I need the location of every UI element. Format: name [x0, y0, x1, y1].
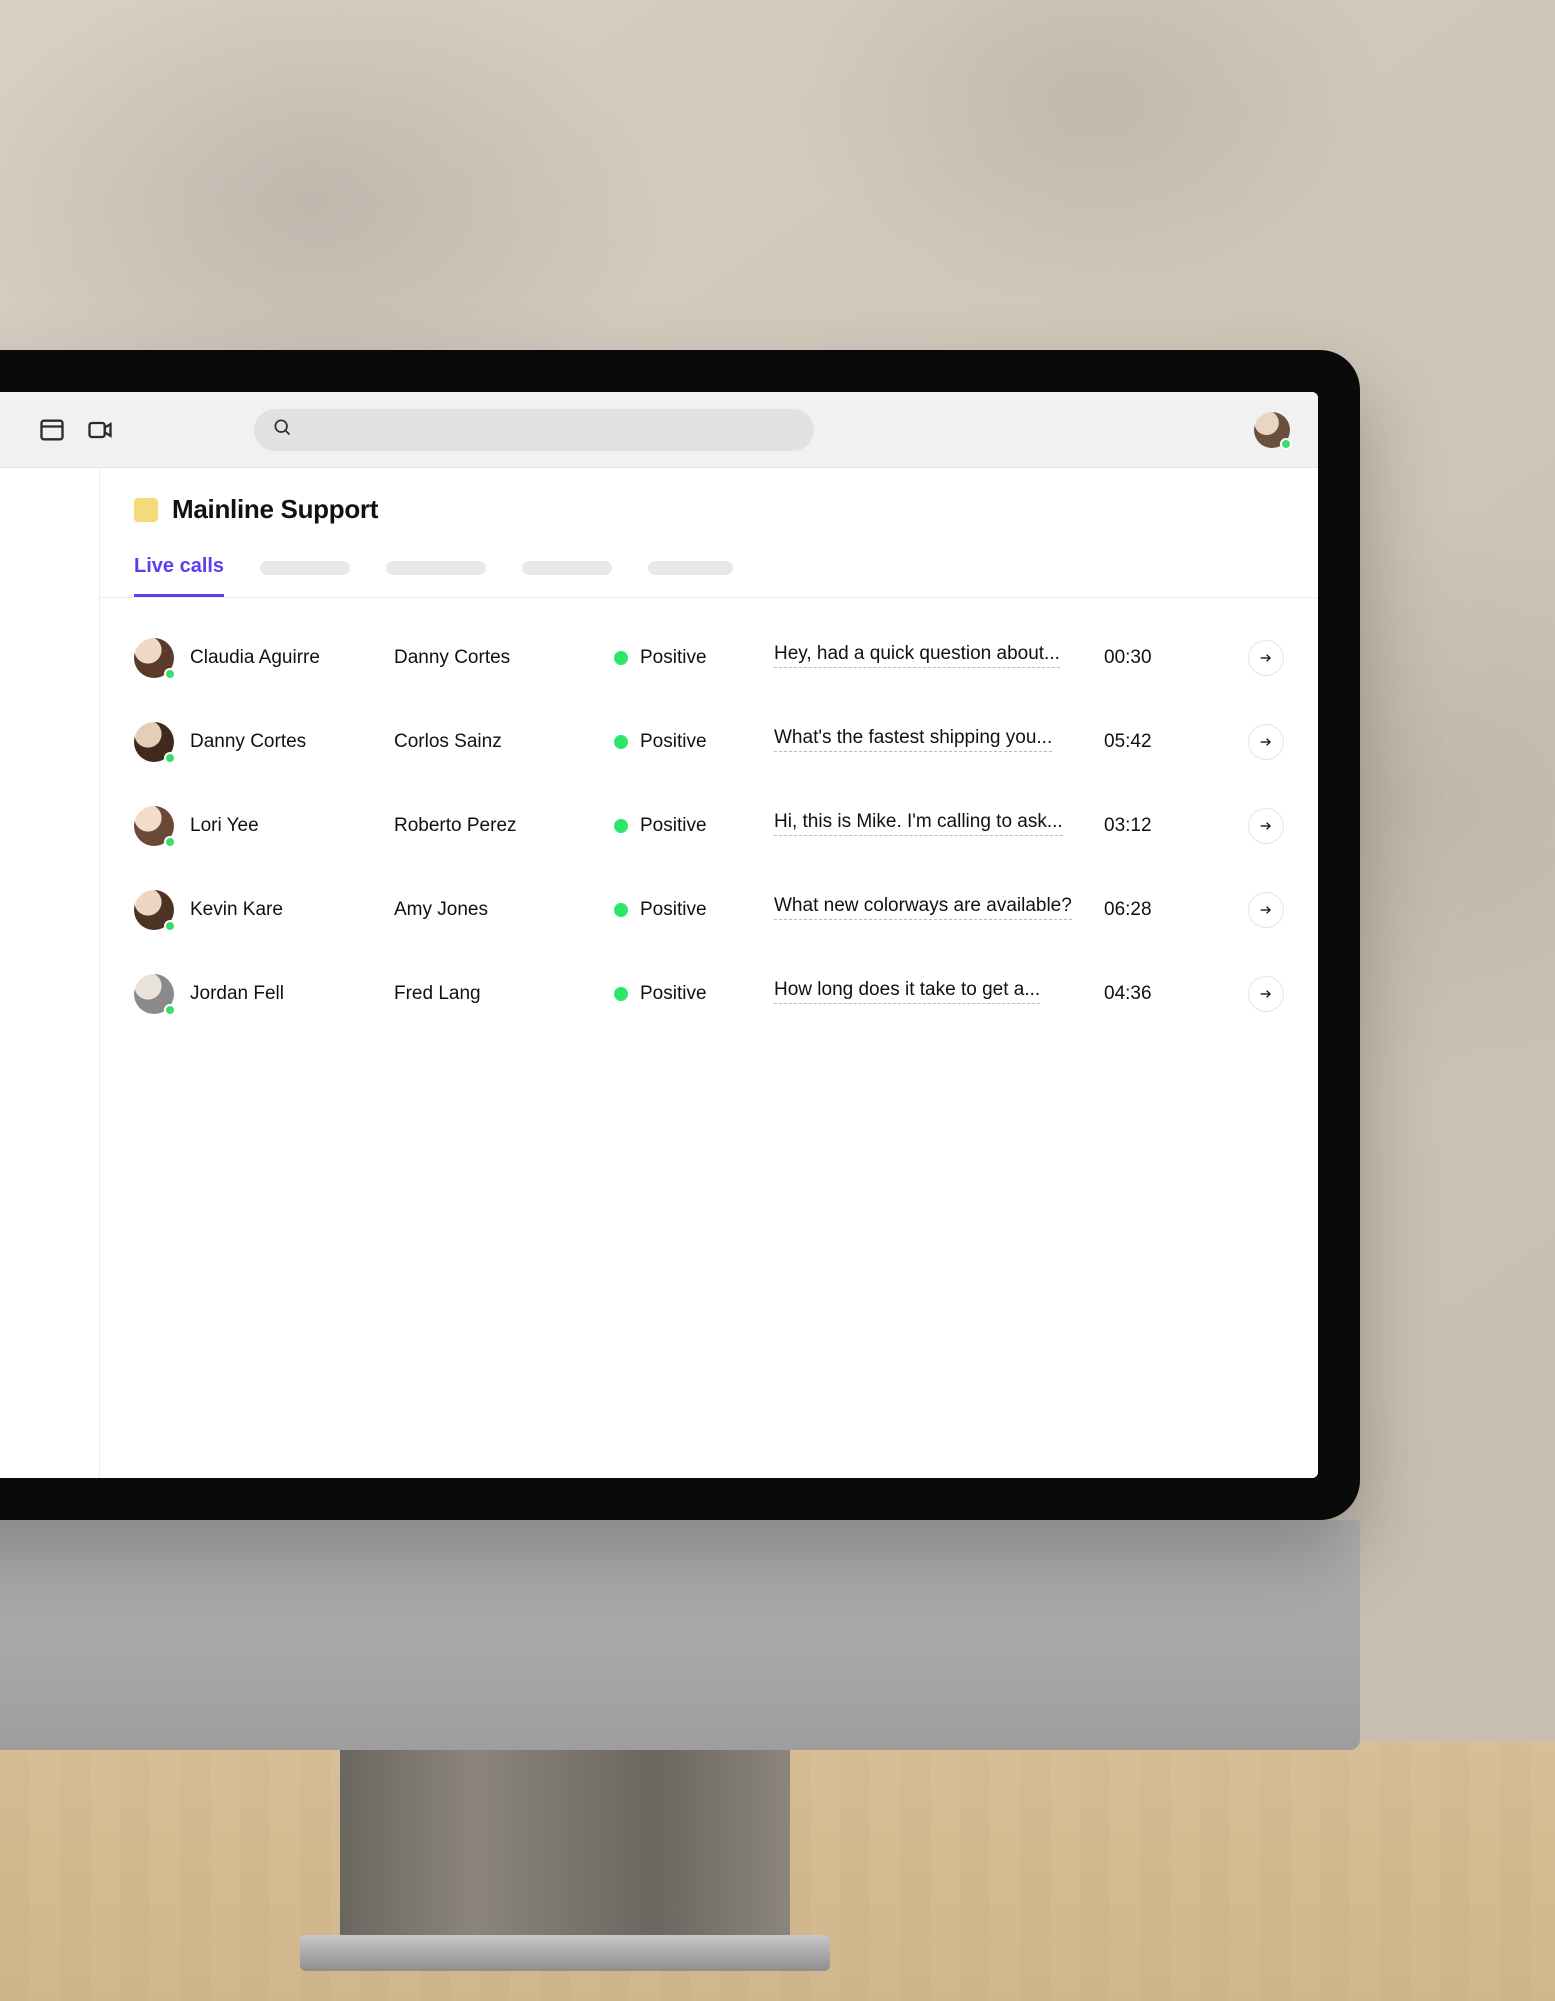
- open-call-button[interactable]: [1248, 640, 1284, 676]
- call-duration: 00:30: [1104, 647, 1214, 669]
- agent-name: Danny Cortes: [394, 647, 604, 669]
- call-row[interactable]: Danny Cortes Corlos Sainz Positive What'…: [134, 700, 1284, 784]
- caller-avatar: [134, 974, 174, 1014]
- sentiment-dot-icon: [614, 903, 628, 917]
- call-duration: 05:42: [1104, 731, 1214, 753]
- app-body: Mainline Support Live calls Claudia Agui…: [0, 468, 1318, 1478]
- sentiment: Positive: [614, 731, 764, 753]
- presence-indicator: [164, 836, 176, 848]
- call-duration: 03:12: [1104, 815, 1214, 837]
- sentiment-dot-icon: [614, 819, 628, 833]
- agent-name: Fred Lang: [394, 983, 604, 1005]
- tab-placeholder[interactable]: [386, 561, 486, 575]
- tab-placeholder[interactable]: [648, 561, 733, 575]
- sentiment-dot-icon: [614, 651, 628, 665]
- caller-avatar: [134, 638, 174, 678]
- tab-live-calls[interactable]: Live calls: [134, 555, 224, 597]
- caller-name: Jordan Fell: [190, 983, 284, 1005]
- calls-list: Claudia Aguirre Danny Cortes Positive He…: [100, 598, 1318, 1036]
- presence-indicator: [164, 1004, 176, 1016]
- call-duration: 04:36: [1104, 983, 1214, 1005]
- tab-placeholder[interactable]: [522, 561, 612, 575]
- sentiment-label: Positive: [640, 983, 707, 1005]
- sentiment-dot-icon: [614, 735, 628, 749]
- transcript-snippet[interactable]: How long does it take to get a...: [774, 979, 1040, 1004]
- transcript-snippet[interactable]: Hey, had a quick question about...: [774, 643, 1060, 668]
- sentiment: Positive: [614, 647, 764, 669]
- caller-name: Kevin Kare: [190, 899, 283, 921]
- main-panel: Mainline Support Live calls Claudia Agui…: [100, 468, 1318, 1478]
- sentiment: Positive: [614, 815, 764, 837]
- monitor-chin: [0, 1520, 1360, 1750]
- tab-placeholder[interactable]: [260, 561, 350, 575]
- sentiment-label: Positive: [640, 815, 707, 837]
- search-icon: [272, 417, 292, 442]
- caller-name: Danny Cortes: [190, 731, 306, 753]
- call-row[interactable]: Claudia Aguirre Danny Cortes Positive He…: [134, 616, 1284, 700]
- sentiment-dot-icon: [614, 987, 628, 1001]
- call-row[interactable]: Jordan Fell Fred Lang Positive How long …: [134, 952, 1284, 1036]
- top-bar: [0, 392, 1318, 468]
- caller-name: Lori Yee: [190, 815, 259, 837]
- presence-indicator: [1280, 438, 1292, 450]
- transcript-snippet[interactable]: What new colorways are available?: [774, 895, 1072, 920]
- open-call-button[interactable]: [1248, 892, 1284, 928]
- transcript-snippet[interactable]: What's the fastest shipping you...: [774, 727, 1052, 752]
- call-duration: 06:28: [1104, 899, 1214, 921]
- sentiment: Positive: [614, 983, 764, 1005]
- caller-name: Claudia Aguirre: [190, 647, 320, 669]
- presence-indicator: [164, 920, 176, 932]
- agent-name: Corlos Sainz: [394, 731, 604, 753]
- agent-name: Amy Jones: [394, 899, 604, 921]
- transcript-snippet[interactable]: Hi, this is Mike. I'm calling to ask...: [774, 811, 1063, 836]
- current-user-avatar[interactable]: [1254, 412, 1290, 448]
- call-row[interactable]: Kevin Kare Amy Jones Positive What new c…: [134, 868, 1284, 952]
- open-call-button[interactable]: [1248, 808, 1284, 844]
- page-header: Mainline Support: [100, 468, 1318, 525]
- presence-indicator: [164, 752, 176, 764]
- caller-avatar: [134, 806, 174, 846]
- app-window: Mainline Support Live calls Claudia Agui…: [0, 392, 1318, 1478]
- layout-icon[interactable]: [38, 416, 66, 444]
- search-input[interactable]: [254, 409, 814, 451]
- monitor-foot: [300, 1935, 830, 1971]
- tabs: Live calls: [100, 525, 1318, 598]
- page-title: Mainline Support: [172, 494, 378, 525]
- sentiment-label: Positive: [640, 647, 707, 669]
- monitor-frame: Mainline Support Live calls Claudia Agui…: [0, 350, 1360, 1520]
- channel-icon: [134, 498, 158, 522]
- sentiment-label: Positive: [640, 899, 707, 921]
- open-call-button[interactable]: [1248, 724, 1284, 760]
- sidebar: [0, 468, 100, 1478]
- presence-indicator: [164, 668, 176, 680]
- agent-name: Roberto Perez: [394, 815, 604, 837]
- caller-avatar: [134, 722, 174, 762]
- sentiment: Positive: [614, 899, 764, 921]
- call-row[interactable]: Lori Yee Roberto Perez Positive Hi, this…: [134, 784, 1284, 868]
- sentiment-label: Positive: [640, 731, 707, 753]
- video-icon[interactable]: [86, 416, 114, 444]
- caller-avatar: [134, 890, 174, 930]
- open-call-button[interactable]: [1248, 976, 1284, 1012]
